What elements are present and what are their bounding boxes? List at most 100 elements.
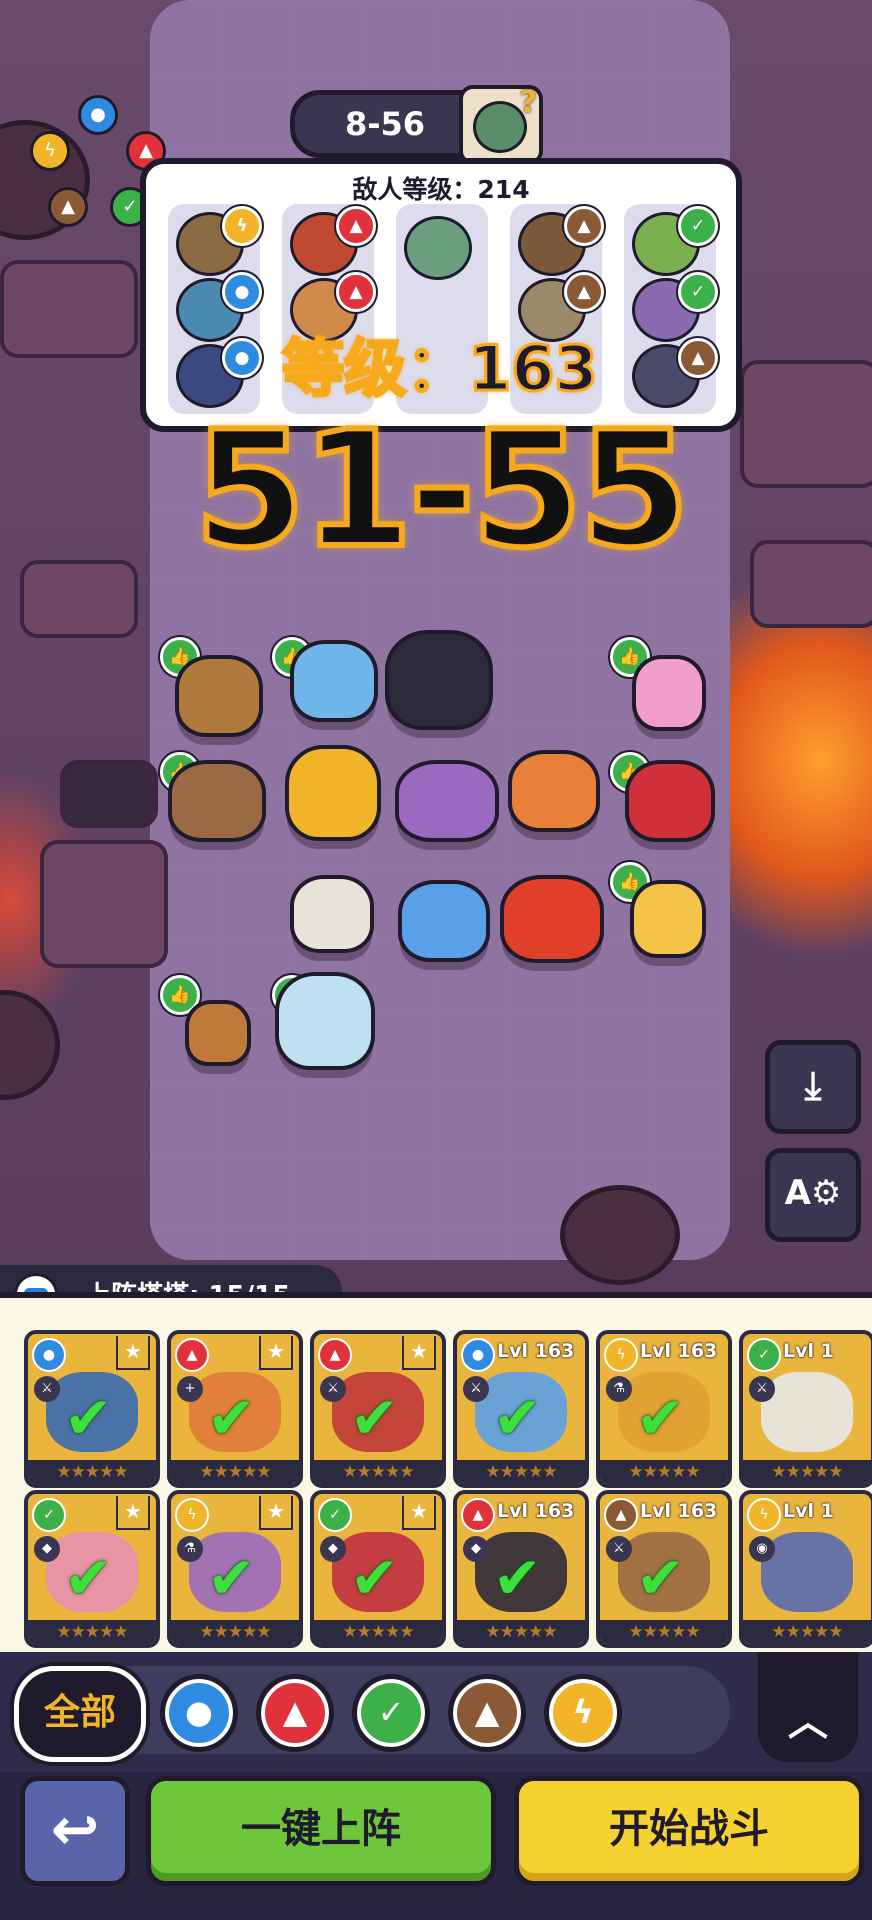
card-water-frog[interactable]: ● ⚔ ★ ★★★★★ ✔ <box>24 1330 160 1488</box>
tower-snail-duck[interactable] <box>185 1000 251 1066</box>
card-grass-panda[interactable]: ✓ ⚔ Lvl 1 ★★★★★ <box>739 1330 872 1488</box>
mountain-icon: ▲ <box>48 187 88 227</box>
enemy-spawn-marker <box>60 760 158 828</box>
star-rating: ★★★★★ <box>28 1620 156 1644</box>
filter-fire-button[interactable]: ▲ <box>256 1674 334 1752</box>
rock-decoration <box>0 260 138 358</box>
sword-role-icon: ⚔ <box>463 1376 489 1402</box>
star-rating: ★★★★★ <box>314 1460 442 1484</box>
card-bolt-lion[interactable]: ϟ ⚗ Lvl 163 ★★★★★ ✔ <box>596 1330 732 1488</box>
tower-fire-wolf[interactable] <box>385 630 493 730</box>
boss-zombie-avatar[interactable]: ? <box>459 85 543 165</box>
mountain-icon: ▲ <box>564 206 604 246</box>
pipe-decoration <box>0 990 60 1100</box>
star-rating: ★★★★★ <box>457 1620 585 1644</box>
card-fire-rabbit[interactable]: ▲ + ★ ★★★★★ ✔ <box>167 1330 303 1488</box>
flame-icon: ▲ <box>336 206 376 246</box>
rock-decoration <box>40 840 168 968</box>
selected-check-icon: ✔ <box>350 1384 399 1452</box>
selected-check-icon: ✔ <box>64 1544 113 1612</box>
sword-role-icon: ⚔ <box>34 1376 60 1402</box>
lightning-icon: ϟ <box>604 1338 638 1372</box>
tower-water-ghost[interactable] <box>398 880 490 962</box>
star-tag-icon: ★ <box>259 1336 293 1370</box>
star-tag-icon: ★ <box>402 1336 436 1370</box>
mountain-icon: ▲ <box>474 1693 500 1731</box>
filter-bolt-button[interactable]: ϟ <box>544 1674 622 1752</box>
level-range-overlay-text: 51-55 <box>191 396 693 583</box>
filter-water-button[interactable]: ● <box>160 1674 238 1752</box>
action-bar: ↩ 一键上阵 开始战斗 <box>0 1772 872 1920</box>
rock-decoration <box>20 560 138 638</box>
stage-label: 8-56 <box>344 105 426 143</box>
star-tag-icon: ★ <box>116 1336 150 1370</box>
rock-decoration <box>750 540 872 628</box>
star-rating: ★★★★★ <box>28 1460 156 1484</box>
sword-role-icon: ⚔ <box>749 1376 775 1402</box>
flask-role-icon: ⚗ <box>177 1536 203 1562</box>
leaf-icon: ✓ <box>318 1498 352 1532</box>
water-drop-icon: ● <box>32 1338 66 1372</box>
card-bolt-cat[interactable]: ϟ ⚗ ★ ★★★★★ ✔ <box>167 1490 303 1648</box>
star-rating: ★★★★★ <box>171 1460 299 1484</box>
card-grass-lizard[interactable]: ✓ ◆ ★ ★★★★★ ✔ <box>24 1490 160 1648</box>
collapse-tray-button[interactable]: ︿ <box>758 1652 858 1762</box>
tower-purple-cat[interactable] <box>395 760 499 842</box>
return-arrow-icon: ↩ <box>50 1795 100 1863</box>
tower-blue-monkey[interactable] <box>290 640 378 722</box>
tower-portrait <box>761 1532 853 1612</box>
enemy-level-label: 敌人等级：214 <box>352 175 530 204</box>
star-tag-icon: ★ <box>259 1496 293 1530</box>
tower-lion[interactable] <box>285 745 381 841</box>
start-battle-button[interactable]: 开始战斗 <box>514 1776 864 1886</box>
back-button[interactable]: ↩ <box>20 1776 130 1886</box>
flask-role-icon: ⚗ <box>606 1376 632 1402</box>
lightning-icon: ϟ <box>747 1498 781 1532</box>
drop-role-icon: ◆ <box>34 1536 60 1562</box>
tower-fire-bird[interactable] <box>500 875 604 963</box>
tower-pink-lizard[interactable] <box>632 655 706 731</box>
auto-settings-icon[interactable]: A⚙ <box>765 1148 861 1242</box>
star-tag-icon: ★ <box>116 1496 150 1530</box>
star-rating: ★★★★★ <box>457 1460 585 1484</box>
water-drop-icon: ● <box>185 1693 213 1731</box>
selected-check-icon: ✔ <box>350 1544 399 1612</box>
tower-fire-rabbit[interactable] <box>508 750 600 832</box>
tower-portrait <box>761 1372 853 1452</box>
download-icon[interactable]: ⤓ <box>765 1040 861 1134</box>
tower-raccoon[interactable] <box>168 760 266 842</box>
mountain-icon: ▲ <box>604 1498 638 1532</box>
flame-icon: ▲ <box>336 272 376 312</box>
drop-role-icon: ◆ <box>463 1536 489 1562</box>
filter-earth-button[interactable]: ▲ <box>448 1674 526 1752</box>
tower-hedgehog[interactable] <box>175 655 263 737</box>
auto-deploy-button[interactable]: 一键上阵 <box>146 1776 496 1886</box>
card-earth-raccoon[interactable]: ▲ ⚔ Lvl 163 ★★★★★ ✔ <box>596 1490 732 1648</box>
card-bolt-dog[interactable]: ϟ ◉ Lvl 1 ★★★★★ <box>739 1490 872 1648</box>
enemy-green-zombie[interactable] <box>404 216 472 280</box>
leaf-icon: ✓ <box>747 1338 781 1372</box>
flame-icon: ▲ <box>175 1338 209 1372</box>
lightning-icon: ϟ <box>572 1693 594 1731</box>
card-fire-wolf[interactable]: ▲ ◆ Lvl 163 ★★★★★ ✔ <box>453 1490 589 1648</box>
mountain-icon: ▲ <box>678 338 718 378</box>
tower-red-plant[interactable] <box>625 760 715 842</box>
filter-grass-button[interactable]: ✓ <box>352 1674 430 1752</box>
water-drop-icon: ● <box>461 1338 495 1372</box>
rock-decoration <box>740 360 872 488</box>
star-rating: ★★★★★ <box>314 1620 442 1644</box>
tower-sunflower[interactable] <box>630 880 706 958</box>
tower-water-frog[interactable] <box>275 972 375 1070</box>
card-water-ghost[interactable]: ● ⚔ Lvl 163 ★★★★★ ✔ <box>453 1330 589 1488</box>
enemy-column: ϟ ● ● <box>168 204 262 414</box>
lightning-icon: ϟ <box>175 1498 209 1532</box>
star-tag-icon: ★ <box>402 1496 436 1530</box>
filter-all-button[interactable]: 全部 <box>14 1666 146 1762</box>
card-grass-plant[interactable]: ✓ ◆ ★ ★★★★★ ✔ <box>310 1490 446 1648</box>
card-level-label: Lvl 163 <box>497 1340 575 1362</box>
flame-icon: ▲ <box>318 1338 352 1372</box>
card-fire-bird[interactable]: ▲ ⚔ ★ ★★★★★ ✔ <box>310 1330 446 1488</box>
tower-card-tray: ● ⚔ ★ ★★★★★ ✔ ▲ + ★ ★★★★★ ✔ ▲ ⚔ ★ ★★★★★ ✔ ● ⚔ Lvl 163 ★★★★… <box>0 1292 872 1658</box>
tower-egg-bird[interactable] <box>290 875 374 953</box>
level-overlay-text: 等级：163 <box>281 331 599 407</box>
